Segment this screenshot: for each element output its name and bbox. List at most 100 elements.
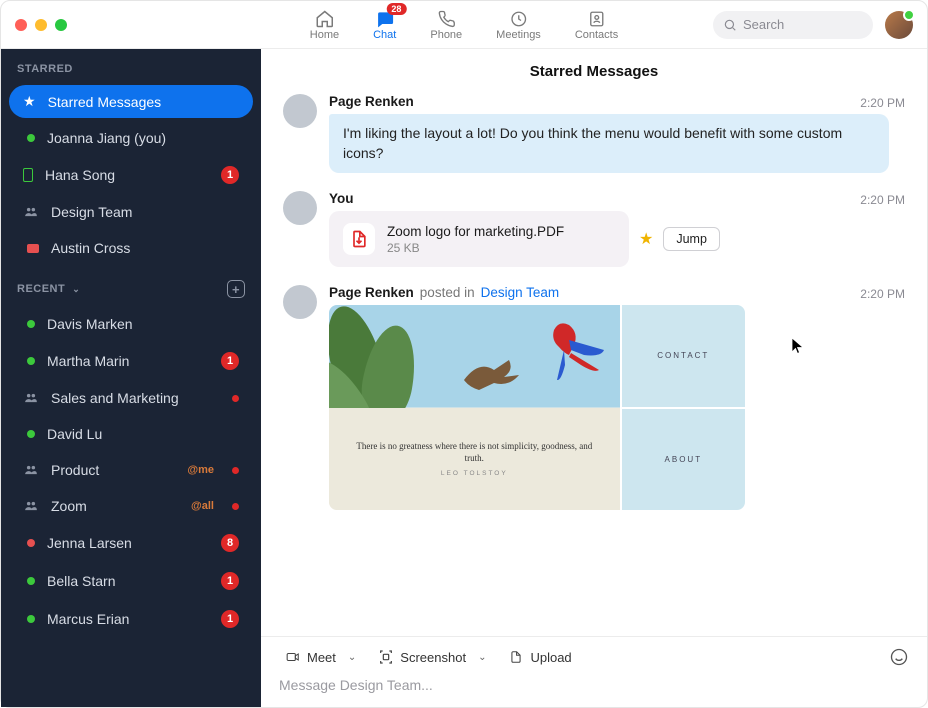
chat-badge: 28 xyxy=(386,3,406,15)
nav-chat-label: Chat xyxy=(373,29,396,41)
sidebar-zoom[interactable]: Zoom @all xyxy=(9,490,253,522)
image-preview[interactable]: There is no greatness where there is not… xyxy=(329,305,745,510)
message-item: You Zoom logo for marketing.PDF 25 KB ★ … xyxy=(283,191,905,267)
sidebar-bella[interactable]: Bella Starn 1 xyxy=(9,564,253,598)
close-window[interactable] xyxy=(15,19,27,31)
jump-button[interactable]: Jump xyxy=(663,227,720,251)
unread-badge: 8 xyxy=(221,534,239,552)
sidebar-david[interactable]: David Lu xyxy=(9,418,253,450)
sidebar-austin[interactable]: Austin Cross xyxy=(9,232,253,264)
message-author: Page Renken xyxy=(329,285,414,300)
camera-presence-icon xyxy=(27,244,39,253)
eagle-illustration xyxy=(459,355,529,395)
starred-icon[interactable]: ★ xyxy=(639,229,653,249)
preview-nav-contact: CONTACT xyxy=(622,305,745,407)
titlebar: Home 28 Chat Phone Meetings Contacts xyxy=(1,1,927,49)
sidebar-hana[interactable]: Hana Song 1 xyxy=(9,158,253,192)
maximize-window[interactable] xyxy=(55,19,67,31)
sidebar-jenna[interactable]: Jenna Larsen 8 xyxy=(9,526,253,560)
clock-icon xyxy=(508,9,528,29)
presence-icon xyxy=(27,430,35,438)
message-input[interactable]: Message Design Team... xyxy=(279,677,909,693)
file-size: 25 KB xyxy=(387,241,564,255)
message-author: Page Renken xyxy=(329,94,414,109)
search-icon xyxy=(723,18,737,32)
upload-button[interactable]: Upload xyxy=(502,645,577,669)
presence-icon xyxy=(27,539,35,547)
presence-icon xyxy=(27,320,35,328)
message-time: 2:20 PM xyxy=(860,96,905,110)
nav-chat[interactable]: 28 Chat xyxy=(373,9,396,41)
sidebar-marcus[interactable]: Marcus Erian 1 xyxy=(9,602,253,636)
message-list: Page Renken I'm liking the layout a lot!… xyxy=(261,94,927,636)
nav-phone-label: Phone xyxy=(430,29,462,41)
meet-button[interactable]: Meet xyxy=(279,645,342,669)
section-starred[interactable]: STARRED xyxy=(1,49,261,83)
profile-avatar[interactable] xyxy=(885,11,913,39)
search-placeholder: Search xyxy=(743,17,784,32)
sidebar-davis[interactable]: Davis Marken xyxy=(9,308,253,340)
mention-badge: @me xyxy=(187,464,214,476)
presence-icon xyxy=(27,357,35,365)
group-icon xyxy=(23,499,39,513)
parrot-illustration xyxy=(529,315,609,385)
unread-dot xyxy=(232,503,239,510)
group-icon xyxy=(23,391,39,405)
nav-contacts[interactable]: Contacts xyxy=(575,9,618,41)
group-icon xyxy=(23,205,39,219)
top-nav: Home 28 Chat Phone Meetings Contacts xyxy=(310,9,618,41)
file-attachment[interactable]: Zoom logo for marketing.PDF 25 KB xyxy=(329,211,629,267)
unread-dot xyxy=(232,467,239,474)
screenshot-icon xyxy=(378,649,394,665)
nav-meetings-label: Meetings xyxy=(496,29,541,41)
group-icon xyxy=(23,463,39,477)
avatar[interactable] xyxy=(283,94,317,128)
preview-quote-author: LEO TOLSTOY xyxy=(441,470,508,477)
unread-dot xyxy=(232,395,239,402)
nav-home[interactable]: Home xyxy=(310,9,339,41)
file-icon xyxy=(508,649,524,665)
unread-badge: 1 xyxy=(221,572,239,590)
home-icon xyxy=(314,9,334,29)
phone-icon xyxy=(436,9,456,29)
emoji-button[interactable] xyxy=(889,647,909,667)
sidebar-martha[interactable]: Martha Marin 1 xyxy=(9,344,253,378)
section-recent[interactable]: RECENT ⌄ + xyxy=(1,266,261,306)
sidebar-starred-messages[interactable]: ★ Starred Messages xyxy=(9,85,253,118)
sidebar-joanna[interactable]: Joanna Jiang (you) xyxy=(9,122,253,154)
nav-meetings[interactable]: Meetings xyxy=(496,9,541,41)
minimize-window[interactable] xyxy=(35,19,47,31)
composer: Meet ⌄ Screenshot ⌄ Upload Message Desig… xyxy=(261,636,927,707)
presence-icon xyxy=(27,577,35,585)
sidebar-product[interactable]: Product @me xyxy=(9,454,253,486)
mobile-presence-icon xyxy=(23,168,33,182)
unread-badge: 1 xyxy=(221,352,239,370)
chevron-down-icon: ⌄ xyxy=(69,284,80,294)
sidebar-sales[interactable]: Sales and Marketing xyxy=(9,382,253,414)
camera-icon xyxy=(285,649,301,665)
meet-dropdown[interactable]: ⌄ xyxy=(348,652,356,663)
unread-badge: 1 xyxy=(221,166,239,184)
unread-badge: 1 xyxy=(221,610,239,628)
add-recent-button[interactable]: + xyxy=(227,280,245,298)
channel-link[interactable]: Design Team xyxy=(481,285,560,300)
screenshot-button[interactable]: Screenshot xyxy=(372,645,472,669)
star-icon: ★ xyxy=(23,93,36,110)
message-time: 2:20 PM xyxy=(860,193,905,207)
avatar[interactable] xyxy=(283,285,317,319)
nav-home-label: Home xyxy=(310,29,339,41)
preview-quote: There is no greatness where there is not… xyxy=(349,441,600,464)
screenshot-dropdown[interactable]: ⌄ xyxy=(478,652,486,663)
posted-in-label: posted in xyxy=(420,285,475,300)
contacts-icon xyxy=(587,9,607,29)
presence-icon xyxy=(27,615,35,623)
message-item: Page Renken posted in Design Team xyxy=(283,285,905,510)
message-author: You xyxy=(329,191,354,206)
sidebar-design-team[interactable]: Design Team xyxy=(9,196,253,228)
nav-phone[interactable]: Phone xyxy=(430,9,462,41)
pdf-icon xyxy=(343,223,375,255)
search-input[interactable]: Search xyxy=(713,11,873,39)
message-item: Page Renken I'm liking the layout a lot!… xyxy=(283,94,905,173)
avatar[interactable] xyxy=(283,191,317,225)
file-name: Zoom logo for marketing.PDF xyxy=(387,224,564,239)
